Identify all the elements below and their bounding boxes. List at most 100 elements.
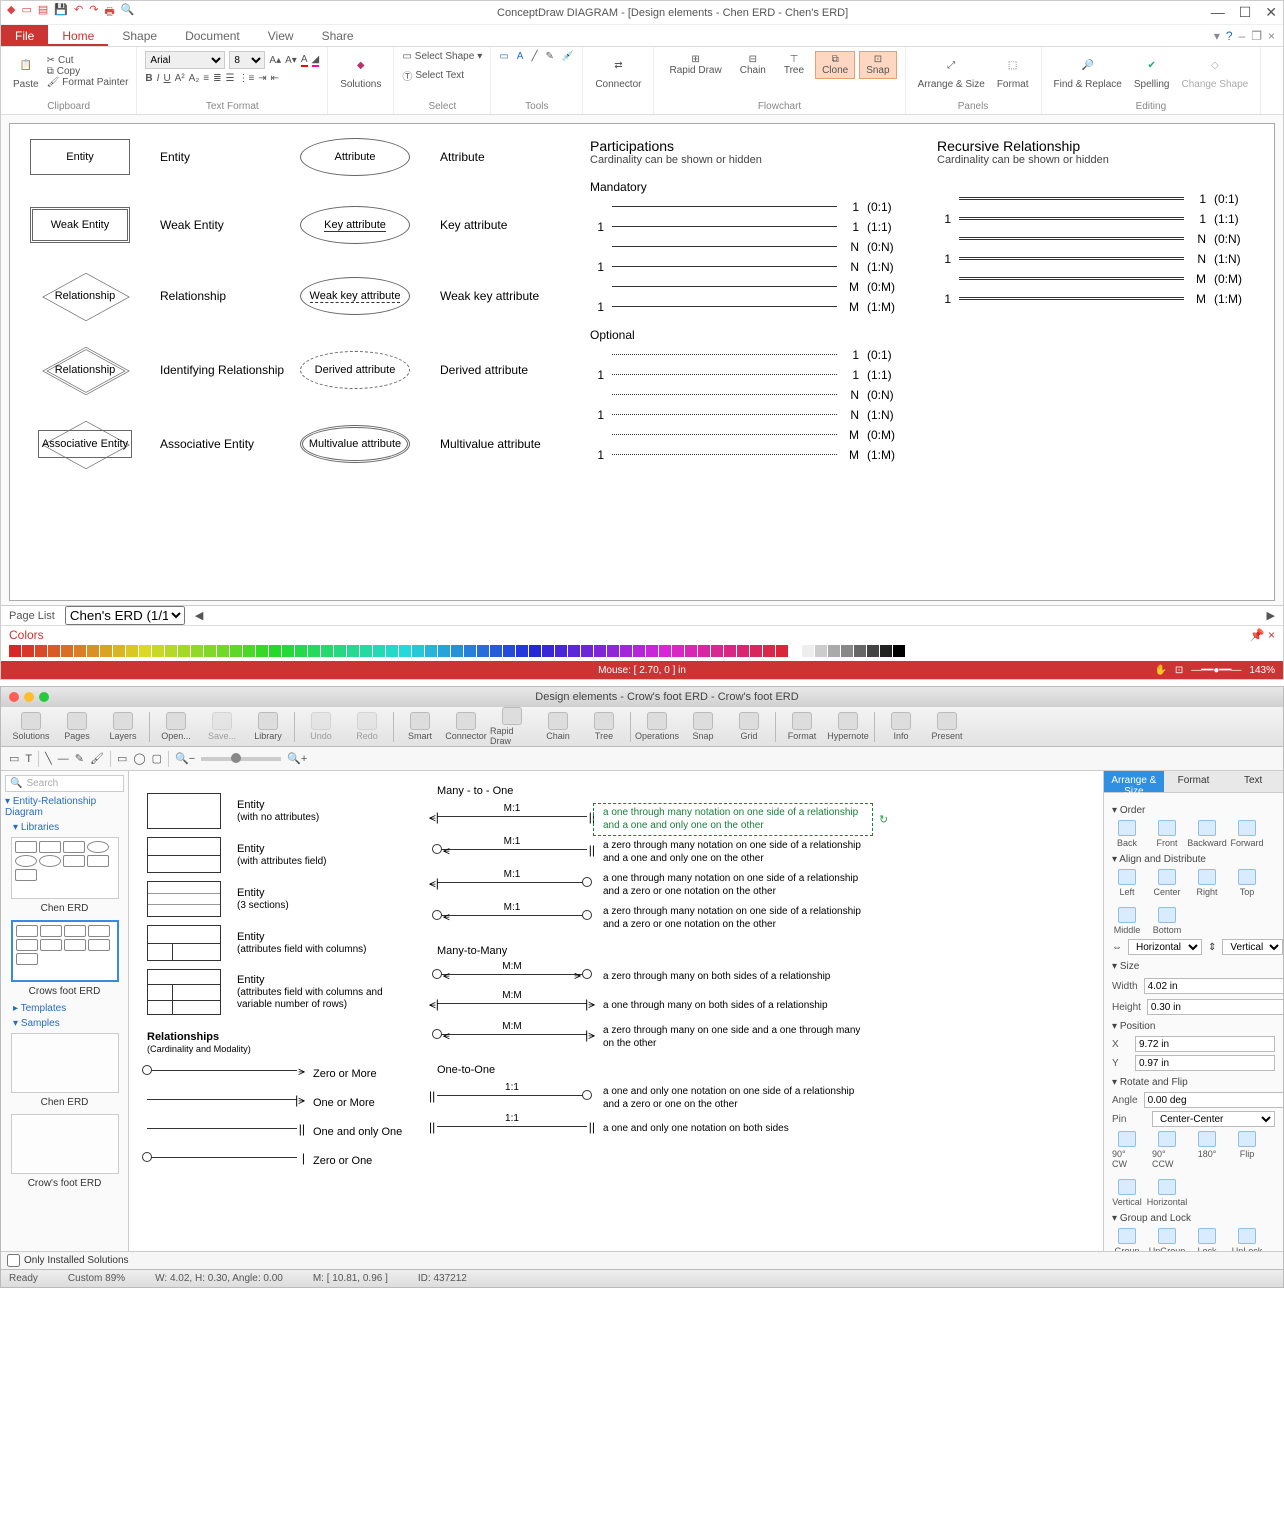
weak-entity-shape[interactable]: Weak Entity: [30, 207, 130, 243]
align-middle-button[interactable]: Middle: [1112, 907, 1142, 935]
snap-button[interactable]: ⊡Snap: [859, 51, 896, 79]
flip-button[interactable]: Flip: [1232, 1131, 1262, 1169]
rel-zero-or-more[interactable]: ⪫: [147, 1070, 297, 1084]
rel-one-only[interactable]: ||: [147, 1128, 297, 1142]
tree-root[interactable]: ▾ Entity-Relationship Diagram: [5, 796, 124, 818]
rel-zero-or-one[interactable]: |: [147, 1157, 297, 1171]
zoom-out-icon[interactable]: 🔍−: [175, 752, 195, 765]
assoc-entity-shape[interactable]: Associative Entity: [30, 422, 140, 466]
qat-search-icon[interactable]: 🔍: [121, 3, 135, 22]
tab-share[interactable]: Share: [308, 25, 368, 46]
align-left-icon[interactable]: ≡: [203, 73, 209, 84]
help-icon[interactable]: ?: [1226, 29, 1233, 46]
paste-button[interactable]: 📋 Paste: [9, 51, 43, 92]
text-tool-icon[interactable]: A: [517, 51, 524, 62]
qat-print-icon[interactable]: 🖶: [104, 3, 114, 22]
tb-save-button[interactable]: Save...: [200, 712, 244, 741]
qat-new-icon[interactable]: ▭: [21, 3, 31, 22]
win-min-icon[interactable]: –: [1239, 29, 1246, 46]
eyedropper-icon[interactable]: 💉: [562, 51, 574, 62]
brush-tool-icon[interactable]: 🖌: [90, 752, 104, 765]
entity-varrows-shape[interactable]: [147, 969, 221, 1015]
indent-icon[interactable]: ⇥: [258, 73, 266, 84]
only-installed-check[interactable]: [7, 1254, 20, 1267]
tb-layers-button[interactable]: Layers: [101, 712, 145, 741]
font-size-select[interactable]: 8: [229, 51, 265, 69]
select-shape-button[interactable]: ▭Select Shape ▾: [402, 51, 482, 62]
page-select[interactable]: Chen's ERD (1/1): [65, 606, 185, 625]
line-tool-icon[interactable]: ╱: [531, 51, 537, 62]
tb-library-button[interactable]: Library: [246, 712, 290, 741]
format-painter-button[interactable]: 🖌Format Painter: [47, 77, 129, 88]
rot-cw-button[interactable]: 90° CW: [1112, 1131, 1142, 1169]
rel-one-or-more[interactable]: |⪫: [147, 1099, 297, 1113]
increase-font-icon[interactable]: A▴: [269, 55, 281, 66]
selected-description[interactable]: a one through many notation on one side …: [603, 807, 863, 832]
bold-button[interactable]: B: [145, 73, 152, 84]
relationship-shape[interactable]: Relationship: [30, 274, 140, 318]
pointer-tool-icon[interactable]: ▭: [9, 752, 19, 765]
tree-samples[interactable]: ▾ Samples: [13, 1018, 124, 1029]
align-center-icon[interactable]: ≣: [213, 73, 221, 84]
close-button[interactable]: ✕: [1265, 4, 1277, 21]
order-backward-button[interactable]: Backward: [1192, 820, 1222, 848]
width-input[interactable]: [1144, 978, 1283, 994]
superscript-button[interactable]: A²: [175, 73, 185, 84]
qat-undo-icon[interactable]: ↶: [74, 3, 83, 22]
qat-redo-icon[interactable]: ↷: [89, 3, 98, 22]
dist-v-icon[interactable]: ⇕: [1208, 942, 1216, 953]
hand-tool-icon[interactable]: ✋: [1154, 665, 1166, 676]
key-attr-shape[interactable]: Key attribute: [300, 206, 410, 244]
tab-text[interactable]: Text: [1223, 771, 1283, 793]
tb-tree-button[interactable]: Tree: [582, 712, 626, 741]
tab-home[interactable]: Home: [48, 25, 108, 46]
tab-file[interactable]: File: [1, 25, 48, 46]
copy-button[interactable]: ⧉Copy: [47, 66, 129, 77]
unlock-button[interactable]: UnLock: [1232, 1228, 1262, 1251]
ellipse-tool-icon[interactable]: ◯: [133, 752, 145, 765]
x-input[interactable]: [1135, 1036, 1275, 1052]
tb-snap-button[interactable]: Snap: [681, 712, 725, 741]
spelling-button[interactable]: ✔Spelling: [1130, 51, 1174, 92]
zoom-fit-icon[interactable]: ⊡: [1175, 665, 1183, 676]
tb-hypernote-button[interactable]: Hypernote: [826, 712, 870, 741]
font-select[interactable]: Arial: [145, 51, 225, 69]
win-restore-icon[interactable]: ❐: [1251, 29, 1262, 46]
tb-present-button[interactable]: Present: [925, 712, 969, 741]
tab-arrange-size[interactable]: Arrange & Size: [1104, 771, 1164, 793]
tb-undo-button[interactable]: Undo: [299, 712, 343, 741]
weak-key-shape[interactable]: Weak key attribute: [300, 277, 410, 315]
sample-chen[interactable]: [11, 1033, 119, 1093]
tb-info-button[interactable]: Info: [879, 712, 923, 741]
rounded-tool-icon[interactable]: ▢: [152, 752, 162, 765]
maximize-button[interactable]: ☐: [1239, 4, 1252, 21]
canvas-area[interactable]: Entity Entity Attribute Attribute Weak E…: [1, 115, 1283, 605]
derived-attr-shape[interactable]: Derived attribute: [300, 351, 410, 389]
change-shape-button[interactable]: ◇Change Shape: [1177, 51, 1252, 92]
sample-crow[interactable]: [11, 1114, 119, 1174]
rect-tool-icon[interactable]: ▭: [117, 752, 127, 765]
connector-tool-icon[interactable]: ╲: [45, 752, 52, 765]
pin-select[interactable]: Center-Center: [1152, 1111, 1275, 1127]
rot-180-button[interactable]: 180°: [1192, 1131, 1222, 1169]
pen-tool-icon[interactable]: ✎: [75, 752, 84, 765]
tb-rapid-button[interactable]: Rapid Draw: [490, 707, 534, 746]
fill-color-icon[interactable]: ◢: [312, 54, 320, 67]
tb-operations-button[interactable]: Operations: [635, 712, 679, 741]
rect-tool-icon[interactable]: ▭: [499, 51, 508, 62]
tb-solutions-button[interactable]: Solutions: [9, 712, 53, 741]
zoom-in-icon[interactable]: 🔍+: [287, 752, 307, 765]
lock-button[interactable]: Lock: [1192, 1228, 1222, 1251]
find-replace-button[interactable]: 🔎Find & Replace: [1050, 51, 1126, 92]
order-back-button[interactable]: Back: [1112, 820, 1142, 848]
tb-grid-button[interactable]: Grid: [727, 712, 771, 741]
mac-canvas[interactable]: Entity(with no attributes) Entity(with a…: [129, 771, 1103, 1251]
ribbon-opt-icon[interactable]: ▾: [1214, 29, 1220, 46]
text-tool-icon[interactable]: T: [25, 753, 32, 765]
lib-chen-erd[interactable]: [11, 837, 119, 899]
entity-attrs-shape[interactable]: [147, 837, 221, 873]
qat-open-icon[interactable]: ▤: [38, 3, 48, 22]
tb-open-button[interactable]: Open...: [154, 712, 198, 741]
order-forward-button[interactable]: Forward: [1232, 820, 1262, 848]
align-right-button[interactable]: Right: [1192, 869, 1222, 897]
